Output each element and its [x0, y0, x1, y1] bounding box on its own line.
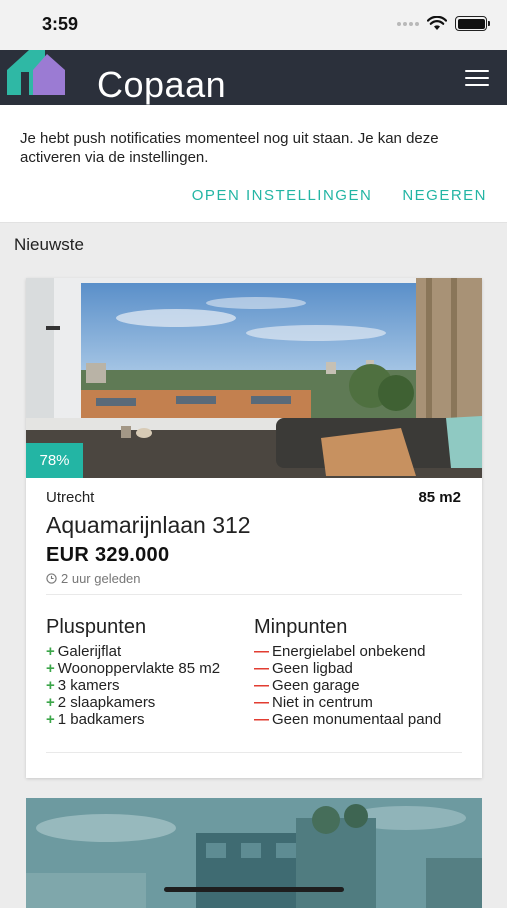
divider: [46, 594, 462, 595]
listing-address: Aquamarijnlaan 312: [46, 512, 251, 538]
minus-item: — Geen garage: [254, 677, 360, 694]
minus-icon: —: [254, 643, 269, 660]
listing-photo[interactable]: [26, 278, 482, 478]
plus-icon: +: [46, 694, 55, 711]
listing-posted-time: 2 uur geleden: [46, 571, 141, 586]
plus-item: +1 badkamers: [46, 711, 145, 728]
home-indicator: [164, 887, 344, 892]
status-icons: [397, 16, 490, 31]
plus-item: +3 kamers: [46, 677, 120, 694]
listing-size: 85 m2: [418, 489, 461, 506]
posted-time-text: 2 uur geleden: [61, 571, 141, 586]
open-settings-button[interactable]: OPEN INSTELLINGEN: [192, 187, 373, 204]
listing-city: Utrecht: [46, 489, 95, 506]
pluspunten-column: Pluspunten + Galerijflat + Woonoppervlakte…: [46, 616, 246, 728]
minpunten-column: Minpunten — Energielabel onbekend — Geen l…: [254, 616, 454, 728]
clock-icon: [46, 573, 57, 584]
pluspunten-list: + Galerijflat + Woonoppervlakte 85 m2 +3 k…: [46, 643, 246, 728]
section-title: Nieuwste: [14, 235, 84, 254]
app-title: Copaan: [97, 64, 227, 105]
ignore-button[interactable]: NEGEREN: [402, 187, 487, 204]
listing-card[interactable]: 78% Utrecht 85 m2 Aquamarijnlaan 312 EUR…: [26, 278, 482, 778]
plus-icon: +: [46, 643, 55, 660]
banner-message: Je hebt push notificaties momenteel nog …: [20, 130, 439, 166]
battery-icon: [455, 16, 490, 31]
plus-item: + Woonoppervlakte 85 m2: [46, 660, 221, 677]
app-bar: Copaan: [0, 50, 507, 105]
status-bar: 3:59: [0, 0, 507, 50]
status-time: 3:59: [42, 14, 79, 34]
plus-icon: +: [46, 711, 55, 728]
minpunten-title: Minpunten: [254, 616, 348, 638]
minus-icon: —: [254, 660, 269, 677]
plus-icon: +: [46, 660, 55, 677]
minus-icon: —: [254, 711, 269, 728]
divider: [46, 752, 462, 753]
plus-item: + Galerijflat: [46, 643, 122, 660]
minus-item: — Niet in centrum: [254, 694, 373, 711]
minpunten-list: — Energielabel onbekend — Geen ligbad — Gee…: [254, 643, 454, 728]
push-notification-banner: Je hebt push notificaties momenteel nog …: [0, 105, 507, 223]
match-score-badge: 78%: [26, 443, 83, 478]
minus-item: — Energielabel onbekend: [254, 643, 426, 660]
plus-icon: +: [46, 677, 55, 694]
minus-item: — Geen ligbad: [254, 660, 353, 677]
plus-item: +2 slaapkamers: [46, 694, 156, 711]
minus-icon: —: [254, 677, 269, 694]
copaan-logo[interactable]: [7, 50, 67, 95]
pluspunten-title: Pluspunten: [46, 616, 147, 638]
minus-icon: —: [254, 694, 269, 711]
minus-item: — Geen monumentaal pand: [254, 711, 442, 728]
listing-price: EUR 329.000: [46, 544, 170, 566]
wifi-icon: [427, 16, 447, 30]
hamburger-menu-icon[interactable]: [465, 70, 489, 86]
banner-actions: OPEN INSTELLINGEN NEGEREN: [192, 187, 487, 204]
signal-icon: [397, 21, 419, 26]
